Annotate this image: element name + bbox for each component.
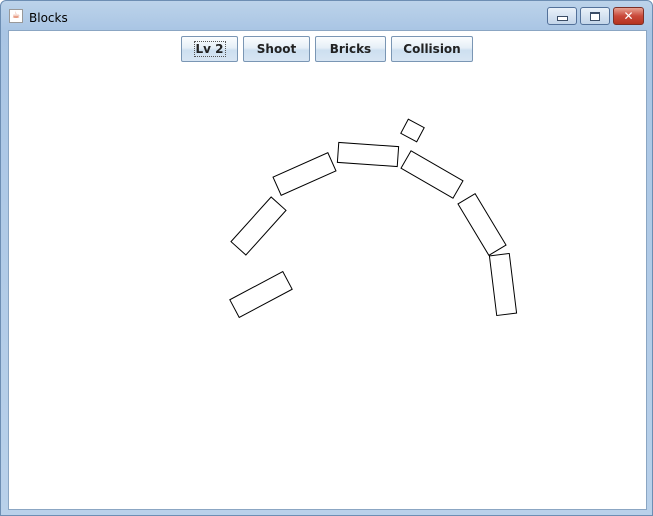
block [336, 141, 400, 168]
minimize-button[interactable] [547, 7, 577, 25]
block [272, 152, 337, 196]
app-window: ☕ Blocks ✕ Lv 2 Shoot Bricks Collision [0, 0, 653, 516]
collision-button[interactable]: Collision [391, 36, 473, 62]
block [400, 150, 464, 199]
close-button[interactable]: ✕ [613, 7, 644, 25]
bricks-button[interactable]: Bricks [315, 36, 386, 62]
minimize-icon [556, 16, 568, 21]
level-label: Lv 2 [193, 41, 226, 57]
block [230, 196, 287, 256]
level-button[interactable]: Lv 2 [181, 36, 238, 62]
close-icon: ✕ [623, 9, 634, 23]
block [400, 118, 425, 143]
shoot-button[interactable]: Shoot [243, 36, 310, 62]
title-bar[interactable]: ☕ Blocks ✕ [1, 1, 652, 29]
window-controls: ✕ [544, 7, 644, 25]
block-canvas[interactable] [9, 31, 646, 509]
maximize-button[interactable] [580, 7, 610, 25]
block [457, 192, 507, 257]
maximize-icon [590, 11, 600, 21]
block [229, 270, 293, 319]
block [488, 252, 518, 317]
window-title: Blocks [29, 11, 68, 25]
game-panel: Lv 2 Shoot Bricks Collision [8, 30, 647, 510]
toolbar: Lv 2 Shoot Bricks Collision [9, 36, 646, 62]
java-cup-icon: ☕ [9, 9, 23, 23]
